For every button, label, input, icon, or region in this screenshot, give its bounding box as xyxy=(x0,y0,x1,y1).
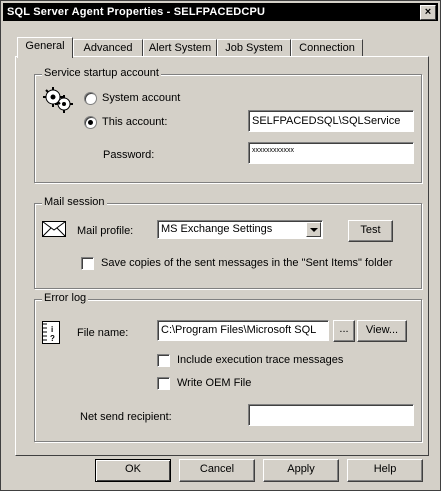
test-button[interactable]: Test xyxy=(348,220,393,242)
help-button[interactable]: Help xyxy=(347,459,423,482)
close-button[interactable]: × xyxy=(420,5,436,20)
tab-alert-system[interactable]: Alert System xyxy=(143,39,217,57)
title-bar[interactable]: SQL Server Agent Properties - SELFPACEDC… xyxy=(3,3,438,21)
error-log-group: Error log i ? File name: C:\Program File… xyxy=(34,292,422,442)
view-button[interactable]: View... xyxy=(357,320,407,342)
cancel-button[interactable]: Cancel xyxy=(179,459,255,482)
mail-session-group-label: Mail session xyxy=(42,196,107,208)
window-title: SQL Server Agent Properties - SELFPACEDC… xyxy=(7,6,266,18)
service-startup-group-label: Service startup account xyxy=(42,67,161,79)
write-oem-label: Write OEM File xyxy=(177,377,252,389)
net-send-field[interactable] xyxy=(248,404,414,426)
service-startup-group: Service startup account System account T… xyxy=(34,67,422,183)
tab-advanced[interactable]: Advanced xyxy=(73,39,143,57)
apply-button[interactable]: Apply xyxy=(263,459,339,482)
mail-profile-dropdown[interactable]: MS Exchange Settings xyxy=(157,220,323,239)
ok-button[interactable]: OK xyxy=(95,459,171,482)
tab-panel-general: Service startup account System account T… xyxy=(15,56,429,456)
save-copies-checkbox[interactable] xyxy=(81,257,94,270)
browse-button[interactable]: ... xyxy=(333,320,355,342)
tab-general[interactable]: General xyxy=(17,37,73,58)
svg-text:i: i xyxy=(51,325,53,334)
include-trace-label: Include execution trace messages xyxy=(177,354,344,366)
mail-profile-label: Mail profile: xyxy=(77,225,134,237)
system-account-radio[interactable] xyxy=(84,92,97,105)
account-field[interactable]: SELFPACEDSQL\SQLService xyxy=(248,110,414,132)
include-trace-checkbox[interactable] xyxy=(157,354,170,367)
password-label: Password: xyxy=(103,149,155,161)
envelope-icon xyxy=(42,221,66,237)
this-account-radio[interactable] xyxy=(84,116,97,129)
password-field[interactable]: xxxxxxxxxxxx xyxy=(248,142,414,164)
log-file-help-icon: i ? xyxy=(42,321,60,344)
svg-text:?: ? xyxy=(50,334,55,343)
tab-job-system[interactable]: Job System xyxy=(217,39,291,57)
system-account-label: System account xyxy=(102,92,181,104)
write-oem-checkbox[interactable] xyxy=(157,377,170,390)
dropdown-arrow-icon[interactable] xyxy=(306,222,321,237)
file-name-field[interactable]: C:\Program Files\Microsoft SQL xyxy=(157,320,329,341)
mail-profile-value: MS Exchange Settings xyxy=(161,223,273,235)
dialog-window: SQL Server Agent Properties - SELFPACEDC… xyxy=(0,0,441,491)
net-send-label: Net send recipient: xyxy=(80,411,172,423)
tab-connection[interactable]: Connection xyxy=(291,39,363,57)
save-copies-label: Save copies of the sent messages in the … xyxy=(101,257,393,269)
services-gear-icon xyxy=(43,87,73,113)
file-name-label: File name: xyxy=(77,327,129,339)
mail-session-group: Mail session Mail profile: MS Exchange S… xyxy=(34,196,422,289)
this-account-label: This account: xyxy=(102,116,168,128)
error-log-group-label: Error log xyxy=(42,292,89,304)
